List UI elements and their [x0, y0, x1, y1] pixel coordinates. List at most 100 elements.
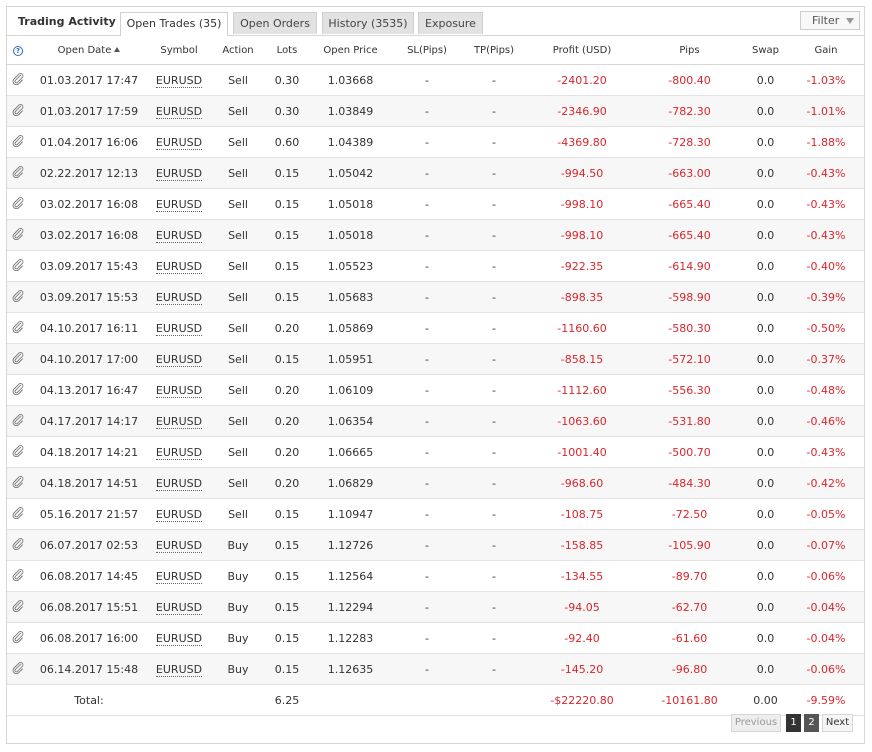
symbol-link[interactable]: EURUSD: [155, 166, 203, 181]
attachment-icon[interactable]: [7, 157, 29, 189]
col-open-price[interactable]: Open Price: [307, 36, 394, 65]
symbol-link[interactable]: EURUSD: [155, 73, 203, 88]
pips-cell: -61.60: [636, 622, 743, 654]
help-icon[interactable]: ?: [13, 45, 23, 56]
col-lots[interactable]: Lots: [267, 36, 307, 65]
attachment-icon[interactable]: [7, 498, 29, 530]
pips-cell: -556.30: [636, 374, 743, 406]
symbol-link[interactable]: EURUSD: [155, 414, 203, 429]
table-row: 03.02.2017 16:08 EURUSD Sell 0.15 1.05018- - -…: [7, 188, 864, 220]
lots-cell: 0.30: [267, 64, 307, 96]
col-open-date[interactable]: Open Date: [29, 36, 149, 65]
tab-exposure[interactable]: Exposure: [418, 12, 483, 34]
pips-cell: -72.50: [636, 498, 743, 530]
table-row: 05.16.2017 21:57 EURUSD Sell 0.15 1.10947- - -…: [7, 498, 864, 530]
swap-cell: 0.0: [743, 126, 788, 158]
tp-cell: -: [460, 219, 528, 251]
open-date-cell: 03.09.2017 15:43: [29, 250, 149, 282]
profit-cell: -994.50: [528, 157, 636, 189]
swap-cell: 0.0: [743, 188, 788, 220]
symbol-link[interactable]: EURUSD: [155, 476, 203, 491]
symbol-link[interactable]: EURUSD: [155, 135, 203, 150]
symbol-link[interactable]: EURUSD: [155, 507, 203, 522]
attachment-icon[interactable]: [7, 529, 29, 561]
table-row: 06.14.2017 15:48 EURUSD Buy 0.15 1.12635- - -1…: [7, 653, 864, 685]
symbol-link[interactable]: EURUSD: [155, 197, 203, 212]
profit-cell: -1001.40: [528, 436, 636, 468]
symbol-link[interactable]: EURUSD: [155, 445, 203, 460]
next-page-button[interactable]: Next: [822, 714, 853, 732]
symbol-link[interactable]: EURUSD: [155, 600, 203, 615]
page-1-button[interactable]: 1: [786, 714, 801, 732]
symbol-link[interactable]: EURUSD: [155, 569, 203, 584]
action-cell: Sell: [209, 498, 267, 530]
col-symbol[interactable]: Symbol: [149, 36, 209, 65]
swap-cell: 0.0: [743, 374, 788, 406]
attachment-icon[interactable]: [7, 560, 29, 592]
tp-cell: -: [460, 250, 528, 282]
open-price-cell: 1.05042: [307, 157, 394, 189]
open-date-cell: 03.09.2017 15:53: [29, 281, 149, 313]
attachment-icon[interactable]: [7, 622, 29, 654]
pips-cell: -572.10: [636, 343, 743, 375]
col-action[interactable]: Action: [209, 36, 267, 65]
col-profit[interactable]: Profit (USD): [528, 36, 636, 65]
previous-page-button[interactable]: Previous: [731, 714, 781, 732]
tab-open-orders[interactable]: Open Orders: [233, 12, 317, 34]
profit-cell: -998.10: [528, 188, 636, 220]
action-cell: Sell: [209, 436, 267, 468]
lots-cell: 0.15: [267, 498, 307, 530]
col-gain[interactable]: Gain: [788, 36, 864, 65]
sl-cell: -: [394, 560, 460, 592]
attachment-icon[interactable]: [7, 64, 29, 96]
attachment-icon[interactable]: [7, 436, 29, 468]
symbol-link[interactable]: EURUSD: [155, 104, 203, 119]
open-date-cell: 03.02.2017 16:08: [29, 219, 149, 251]
profit-cell: -134.55: [528, 560, 636, 592]
table-row: 04.13.2017 16:47 EURUSD Sell 0.20 1.06109- - -…: [7, 374, 864, 406]
symbol-link[interactable]: EURUSD: [155, 290, 203, 305]
symbol-link[interactable]: EURUSD: [155, 352, 203, 367]
attachment-icon[interactable]: [7, 281, 29, 313]
symbol-link[interactable]: EURUSD: [155, 631, 203, 646]
attachment-icon[interactable]: [7, 343, 29, 375]
swap-cell: 0.0: [743, 405, 788, 437]
table-row: 03.02.2017 16:08 EURUSD Sell 0.15 1.05018- - -…: [7, 219, 864, 251]
attachment-icon[interactable]: [7, 467, 29, 499]
attachment-icon[interactable]: [7, 95, 29, 127]
filter-button[interactable]: Filter: [800, 11, 860, 30]
lots-cell: 0.15: [267, 653, 307, 685]
col-pips[interactable]: Pips: [636, 36, 743, 65]
attachment-icon[interactable]: [7, 405, 29, 437]
attachment-icon[interactable]: [7, 653, 29, 685]
symbol-link[interactable]: EURUSD: [155, 383, 203, 398]
attachment-icon[interactable]: [7, 219, 29, 251]
symbol-cell: EURUSD: [149, 529, 209, 561]
symbol-link[interactable]: EURUSD: [155, 538, 203, 553]
action-cell: Buy: [209, 529, 267, 561]
attachment-icon[interactable]: [7, 188, 29, 220]
symbol-link[interactable]: EURUSD: [155, 259, 203, 274]
pips-cell: -96.80: [636, 653, 743, 685]
col-tp-pips[interactable]: TP(Pips): [460, 36, 528, 65]
tab-history[interactable]: History (3535): [322, 12, 414, 34]
attachment-icon[interactable]: [7, 312, 29, 344]
col-swap[interactable]: Swap: [743, 36, 788, 65]
open-date-cell: 06.08.2017 14:45: [29, 560, 149, 592]
gain-cell: -0.43%: [788, 188, 864, 220]
attachment-icon[interactable]: [7, 250, 29, 282]
tab-open-trades[interactable]: Open Trades (35): [120, 12, 228, 36]
totals-swap: 0.00: [743, 684, 788, 716]
attachment-icon[interactable]: [7, 374, 29, 406]
tp-cell: -: [460, 498, 528, 530]
symbol-link[interactable]: EURUSD: [155, 228, 203, 243]
sl-cell: -: [394, 343, 460, 375]
page-2-button[interactable]: 2: [804, 714, 819, 732]
open-date-cell: 02.22.2017 12:13: [29, 157, 149, 189]
symbol-link[interactable]: EURUSD: [155, 662, 203, 677]
attachment-icon[interactable]: [7, 126, 29, 158]
col-sl-pips[interactable]: SL(Pips): [394, 36, 460, 65]
gain-cell: -0.46%: [788, 405, 864, 437]
symbol-link[interactable]: EURUSD: [155, 321, 203, 336]
attachment-icon[interactable]: [7, 591, 29, 623]
